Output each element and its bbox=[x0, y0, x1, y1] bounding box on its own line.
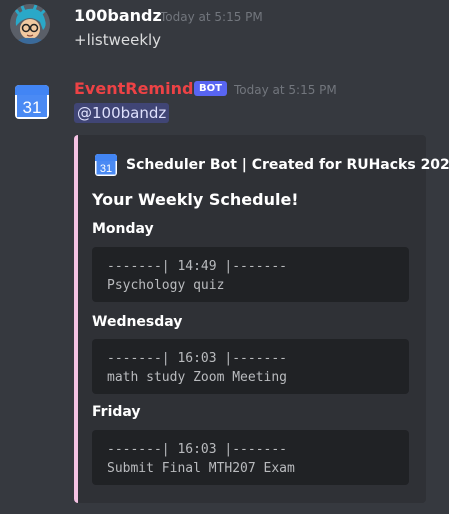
code-block-friday: -------| 16:03 |------- Submit Final MTH2… bbox=[92, 430, 409, 485]
embed-author-name: Scheduler Bot | Created for RUHacks 2021 bbox=[126, 157, 449, 173]
field-name-friday: Friday bbox=[92, 404, 141, 420]
svg-text:31: 31 bbox=[23, 98, 42, 117]
embed-accent-bar bbox=[74, 135, 78, 503]
schedule-event: math study Zoom Meeting bbox=[107, 370, 288, 385]
bot-tag-badge: BOT bbox=[194, 81, 227, 96]
svg-text:31: 31 bbox=[100, 163, 112, 175]
schedule-time: -------| 16:03 |------- bbox=[107, 442, 288, 457]
cartoon-avatar-icon bbox=[10, 4, 50, 44]
message-100bandz: 100bandz Today at 5:15 PM +listweekly bbox=[0, 0, 449, 70]
user-mention[interactable]: @100bandz bbox=[74, 103, 170, 123]
user-avatar[interactable] bbox=[10, 4, 50, 44]
field-name-monday: Monday bbox=[92, 221, 154, 237]
schedule-time: -------| 14:49 |------- bbox=[107, 259, 288, 274]
embed-card: 31 Scheduler Bot | Created for RUHacks 2… bbox=[74, 135, 449, 503]
schedule-event: Submit Final MTH207 Exam bbox=[107, 461, 295, 476]
chat-messages: 100bandz Today at 5:15 PM +listweekly 31… bbox=[0, 0, 449, 514]
code-block-wednesday: -------| 16:03 |------- math study Zoom M… bbox=[92, 339, 409, 394]
code-block-monday: -------| 14:49 |------- Psychology quiz bbox=[92, 247, 409, 302]
message-content: +listweekly bbox=[74, 31, 162, 49]
bot-avatar[interactable]: 31 bbox=[14, 84, 50, 120]
message-timestamp: Today at 5:15 PM bbox=[234, 83, 337, 97]
calendar-icon: 31 bbox=[15, 85, 49, 119]
embed-title: Your Weekly Schedule! bbox=[92, 190, 299, 209]
message-timestamp: Today at 5:15 PM bbox=[160, 10, 263, 24]
bot-author[interactable]: EventReminder bbox=[74, 79, 212, 98]
schedule-event: Psychology quiz bbox=[107, 278, 225, 293]
schedule-time: -------| 16:03 |------- bbox=[107, 351, 288, 366]
field-name-wednesday: Wednesday bbox=[92, 314, 183, 330]
message-author[interactable]: 100bandz bbox=[74, 6, 162, 25]
calendar-icon: 31 bbox=[95, 154, 117, 176]
embed-author: 31 Scheduler Bot | Created for RUHacks 2… bbox=[94, 153, 449, 177]
